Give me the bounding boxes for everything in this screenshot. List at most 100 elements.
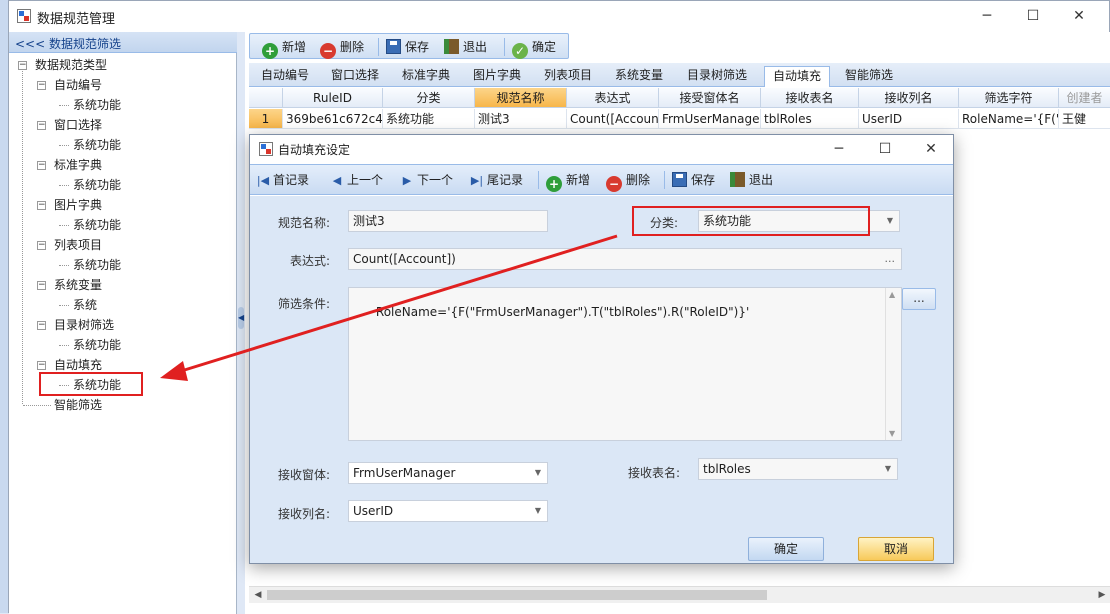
column-header[interactable]: 表达式 (567, 88, 659, 108)
tree-group-image-dict[interactable]: 图片字典 (54, 196, 102, 214)
collapse-icon[interactable]: − (37, 321, 46, 330)
expression-field[interactable]: Count([Account]) ... (348, 248, 902, 270)
horizontal-scrollbar[interactable]: ◀ ▶ (249, 586, 1110, 603)
column-header[interactable]: RuleID (283, 88, 383, 108)
main-titlebar[interactable]: 数据规范管理 ─ ☐ ✕ (9, 1, 1109, 31)
expression-ellipsis-icon[interactable]: ... (885, 249, 896, 269)
collapse-icon[interactable]: − (37, 361, 46, 370)
minimize-button[interactable]: ─ (964, 1, 1010, 31)
filter-panel-header[interactable]: <<< 数据规范筛选 (9, 32, 237, 53)
table-cell[interactable]: tblRoles (761, 109, 859, 129)
tree-leaf-system[interactable]: 系统功能 (73, 256, 121, 274)
receive-form-select[interactable]: FrmUserManager ▼ (348, 462, 548, 484)
prev-record-button[interactable]: ◀ 上一个 (330, 171, 383, 189)
first-record-button[interactable]: |◀ 首记录 (256, 171, 309, 189)
table-cell[interactable]: 系统功能 (383, 109, 475, 129)
collapse-icon[interactable]: − (37, 161, 46, 170)
next-record-button[interactable]: ▶ 下一个 (400, 171, 453, 189)
filter-browse-button[interactable]: ... (902, 288, 936, 310)
column-header[interactable]: 分类 (383, 88, 475, 108)
table-cell[interactable]: 测试3 (475, 109, 567, 129)
tree-leaf-system[interactable]: 系统功能 (73, 176, 121, 194)
scroll-down-icon[interactable]: ▼ (889, 429, 895, 438)
collapse-icon[interactable]: − (37, 201, 46, 210)
dialog-save-button[interactable]: 保存 (672, 171, 715, 189)
dialog-exit-button[interactable]: 退出 (730, 171, 773, 189)
tab-smart-filter[interactable]: 智能筛选 (837, 66, 901, 87)
ok-button[interactable]: 确定 (748, 537, 824, 561)
table-cell[interactable]: UserID (859, 109, 959, 129)
collapse-icon[interactable]: − (37, 121, 46, 130)
column-header-sorted[interactable]: 规范名称 (475, 88, 567, 108)
tree-group-dir-filter[interactable]: 目录树筛选 (54, 316, 114, 334)
chevron-down-icon[interactable]: ▼ (885, 459, 891, 479)
tree-leaf-system[interactable]: 系统功能 (73, 136, 121, 154)
confirm-button[interactable]: ✓ 确定 (512, 38, 556, 59)
panel-splitter[interactable]: ◀ (237, 32, 245, 614)
tree-group-standard-dict[interactable]: 标准字典 (54, 156, 102, 174)
tree-leaf-system[interactable]: 系统功能 (73, 336, 121, 354)
grid-corner[interactable] (249, 88, 283, 108)
table-cell[interactable]: FrmUserManage (659, 109, 761, 129)
dialog-close-button[interactable]: ✕ (908, 134, 954, 164)
tab-auto-number[interactable]: 自动编号 (253, 66, 317, 87)
scroll-left-icon[interactable]: ◀ (251, 588, 265, 602)
column-header[interactable]: 接收列名 (859, 88, 959, 108)
save-button[interactable]: 保存 (386, 38, 429, 56)
table-cell[interactable]: 369be61c672c4e (283, 109, 383, 129)
chevron-down-icon[interactable]: ▼ (535, 463, 541, 483)
tab-image-dict[interactable]: 图片字典 (465, 66, 529, 87)
tree-leaf-system[interactable]: 系统 (73, 296, 97, 314)
collapse-icon[interactable]: − (37, 281, 46, 290)
dialog-add-button[interactable]: + 新增 (546, 171, 590, 192)
tab-auto-fill[interactable]: 自动填充 (764, 66, 830, 87)
rule-name-field[interactable]: 测试3 (348, 210, 548, 232)
tree-group-list-items[interactable]: 列表项目 (54, 236, 102, 254)
add-button[interactable]: + 新增 (262, 38, 306, 59)
chevron-down-icon[interactable]: ▼ (535, 501, 541, 521)
dialog-delete-button[interactable]: − 删除 (606, 171, 650, 192)
close-button[interactable]: ✕ (1056, 1, 1102, 31)
column-header[interactable]: 接收表名 (761, 88, 859, 108)
exit-button[interactable]: 退出 (444, 38, 487, 56)
receive-column-select[interactable]: UserID ▼ (348, 500, 548, 522)
scroll-thumb[interactable] (267, 590, 767, 600)
table-cell[interactable]: 王健 (1059, 109, 1110, 129)
tree-group-auto-number[interactable]: 自动编号 (54, 76, 102, 94)
dialog-minimize-button[interactable]: ─ (816, 134, 862, 164)
cancel-button[interactable]: 取消 (858, 537, 934, 561)
tab-standard-dict[interactable]: 标准字典 (394, 66, 458, 87)
dialog-titlebar[interactable]: 自动填充设定 ─ ☐ ✕ (250, 135, 953, 163)
row-number[interactable]: 1 (249, 109, 283, 129)
scroll-right-icon[interactable]: ▶ (1095, 588, 1109, 602)
maximize-button[interactable]: ☐ (1010, 1, 1056, 31)
receive-table-select[interactable]: tblRoles ▼ (698, 458, 898, 480)
auto-fill-dialog: 自动填充设定 ─ ☐ ✕ |◀ 首记录 ◀ 上一个 ▶ 下一个 ▶| 尾记录 + 新增 −… (249, 134, 954, 564)
tree-group-smart-filter[interactable]: 智能筛选 (54, 396, 102, 414)
tree-root[interactable]: 数据规范类型 (35, 56, 107, 74)
column-header[interactable]: 接受窗体名 (659, 88, 761, 108)
column-header[interactable]: 筛选字符 (959, 88, 1059, 108)
tree-leaf-system[interactable]: 系统功能 (73, 96, 121, 114)
chevron-down-icon[interactable]: ▼ (887, 211, 893, 231)
tab-window-select[interactable]: 窗口选择 (323, 66, 387, 87)
tab-dir-filter[interactable]: 目录树筛选 (678, 66, 756, 87)
collapse-icon[interactable]: − (18, 61, 27, 70)
vertical-scrollbar[interactable]: ▲ ▼ (885, 288, 901, 440)
tab-list-items[interactable]: 列表项目 (536, 66, 600, 87)
tree-group-window-select[interactable]: 窗口选择 (54, 116, 102, 134)
tree-leaf-system[interactable]: 系统功能 (73, 216, 121, 234)
scroll-up-icon[interactable]: ▲ (889, 290, 895, 299)
tab-system-vars[interactable]: 系统变量 (607, 66, 671, 87)
filter-condition-textarea[interactable]: RoleName='{F("FrmUserManager").T("tblRol… (348, 287, 902, 441)
table-cell[interactable]: RoleName='{F("I (959, 109, 1059, 129)
last-record-button[interactable]: ▶| 尾记录 (470, 171, 523, 189)
collapse-icon[interactable]: − (37, 241, 46, 250)
column-header[interactable]: 创建者 (1059, 88, 1110, 108)
delete-button[interactable]: − 删除 (320, 38, 364, 59)
table-cell[interactable]: Count([Account (567, 109, 659, 129)
collapse-left-icon[interactable]: ◀ (238, 307, 244, 329)
tree-group-system-vars[interactable]: 系统变量 (54, 276, 102, 294)
collapse-icon[interactable]: − (37, 81, 46, 90)
dialog-maximize-button[interactable]: ☐ (862, 134, 908, 164)
